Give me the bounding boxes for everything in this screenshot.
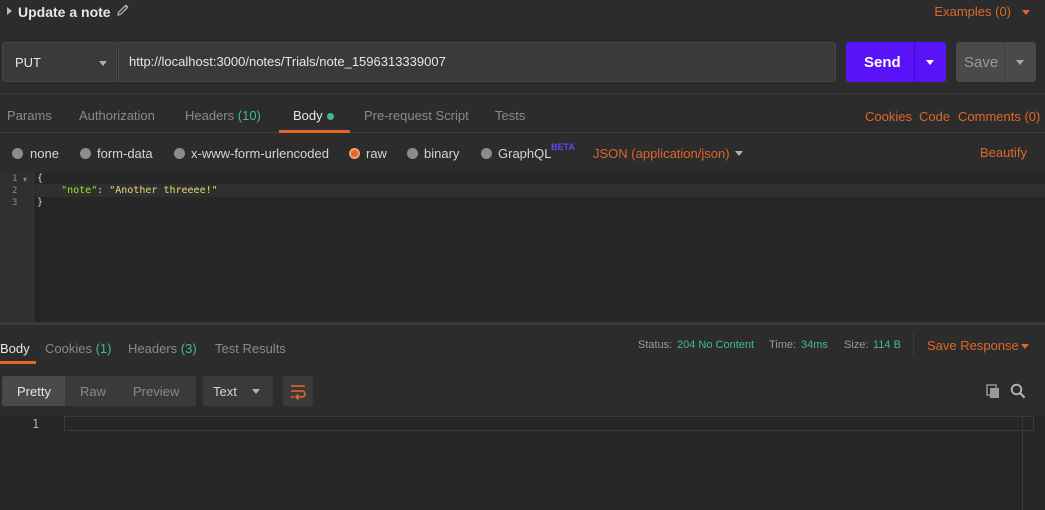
response-tab-test-results[interactable]: Test Results — [215, 341, 286, 356]
pane-resize-handle[interactable] — [0, 322, 1045, 325]
radio-urlencoded[interactable] — [174, 148, 185, 159]
response-active-underline — [0, 361, 36, 364]
view-pretty-button[interactable]: Pretty — [17, 384, 51, 399]
send-button[interactable]: Send — [846, 42, 946, 82]
request-title-bar: Update a note Examples (0) — [0, 0, 1045, 26]
response-tab-headers[interactable]: Headers (3) — [128, 341, 197, 356]
response-line — [64, 416, 1034, 431]
code-line-3: } — [37, 197, 44, 208]
time-value[interactable]: 34ms — [801, 339, 828, 351]
chevron-down-icon — [99, 61, 107, 66]
url-input[interactable]: http://localhost:3000/notes/Trials/note_… — [118, 42, 836, 82]
examples-dropdown[interactable]: Examples (0) — [934, 4, 1011, 19]
cookies-link[interactable]: Cookies — [865, 109, 912, 124]
fold-caret-icon[interactable]: ▾ — [23, 175, 27, 184]
tab-headers[interactable]: Headers (10) — [185, 108, 261, 123]
body-indicator-dot — [327, 113, 334, 120]
time-label: Time: — [769, 339, 797, 351]
send-label: Send — [864, 54, 901, 71]
tab-authorization[interactable]: Authorization — [79, 108, 155, 123]
save-divider — [1004, 42, 1005, 82]
tab-tests[interactable]: Tests — [495, 108, 525, 123]
code-link[interactable]: Code — [919, 109, 950, 124]
response-line-number: 1 — [32, 417, 40, 431]
pencil-icon[interactable] — [116, 3, 130, 17]
code-line-1: { — [37, 173, 44, 184]
radio-raw-label[interactable]: raw — [366, 146, 387, 161]
response-format-select[interactable]: Text — [203, 376, 273, 406]
active-tab-underline — [279, 130, 350, 133]
response-tab-cookies[interactable]: Cookies (1) — [45, 341, 111, 356]
tab-headers-label: Headers — [185, 108, 235, 123]
tab-params[interactable]: Params — [7, 108, 52, 123]
beta-badge: BETA — [551, 142, 575, 152]
radio-graphql-label[interactable]: GraphQL — [498, 146, 551, 161]
response-tab-cookies-label: Cookies — [45, 341, 92, 356]
content-type-dropdown[interactable]: JSON (application/json) — [593, 146, 730, 161]
tab-body[interactable]: Body — [293, 108, 323, 123]
search-icon[interactable] — [1010, 383, 1026, 399]
radio-urlencoded-label[interactable]: x-www-form-urlencoded — [191, 146, 329, 161]
radio-graphql[interactable] — [481, 148, 492, 159]
radio-none[interactable] — [12, 148, 23, 159]
wrap-lines-button[interactable] — [283, 376, 313, 406]
tab-prerequest-script[interactable]: Pre-request Script — [364, 108, 469, 123]
line-number: 1 — [12, 174, 18, 184]
response-tab-headers-count: (3) — [180, 341, 197, 356]
size-value[interactable]: 114 B — [873, 339, 901, 351]
code-line-2: "note": "Another threeee!" — [37, 185, 218, 196]
save-response-button[interactable]: Save Response — [927, 338, 1019, 353]
save-button[interactable]: Save — [956, 42, 1036, 82]
radio-binary[interactable] — [407, 148, 418, 159]
beautify-link[interactable]: Beautify — [980, 145, 1027, 160]
radio-raw[interactable] — [349, 148, 360, 159]
line-number: 2 — [12, 186, 18, 196]
json-colon: : — [97, 185, 110, 196]
send-options-caret-icon[interactable] — [926, 60, 934, 65]
response-format-label: Text — [213, 384, 237, 399]
json-key: "note" — [61, 185, 98, 196]
radio-form-data[interactable] — [80, 148, 91, 159]
chevron-down-icon — [252, 389, 260, 394]
response-divider — [913, 332, 914, 356]
view-preview-button[interactable]: Preview — [133, 384, 179, 399]
radio-form-data-label[interactable]: form-data — [97, 146, 153, 161]
comments-link[interactable]: Comments (0) — [958, 109, 1040, 124]
request-tabs: Params Authorization Headers (10) Body P… — [0, 93, 1045, 133]
response-scrollbar[interactable] — [1022, 416, 1023, 510]
view-raw-button[interactable]: Raw — [80, 384, 106, 399]
status-value[interactable]: 204 No Content — [677, 339, 754, 351]
save-label: Save — [964, 54, 999, 71]
response-tab-headers-label: Headers — [128, 341, 178, 356]
collapse-caret-icon[interactable] — [7, 7, 12, 15]
method-label: PUT — [15, 55, 41, 70]
response-tab-cookies-count: (1) — [95, 341, 112, 356]
size-label: Size: — [844, 339, 869, 351]
json-value: "Another threeee!" — [109, 185, 218, 196]
save-response-caret-icon[interactable] — [1021, 344, 1029, 349]
examples-caret-icon[interactable] — [1022, 10, 1030, 15]
copy-icon[interactable] — [985, 383, 1001, 399]
request-title[interactable]: Update a note — [18, 4, 111, 20]
wrap-lines-icon — [291, 385, 306, 401]
method-select[interactable]: PUT — [2, 42, 117, 82]
content-type-caret-icon[interactable] — [735, 151, 743, 156]
save-options-caret-icon[interactable] — [1016, 60, 1024, 65]
send-divider — [914, 42, 915, 82]
radio-binary-label[interactable]: binary — [424, 146, 459, 161]
response-tab-body[interactable]: Body — [0, 341, 30, 356]
tab-headers-count: (10) — [237, 108, 261, 123]
line-number: 3 — [12, 198, 18, 208]
radio-none-label[interactable]: none — [30, 146, 59, 161]
status-label: Status: — [638, 339, 673, 351]
